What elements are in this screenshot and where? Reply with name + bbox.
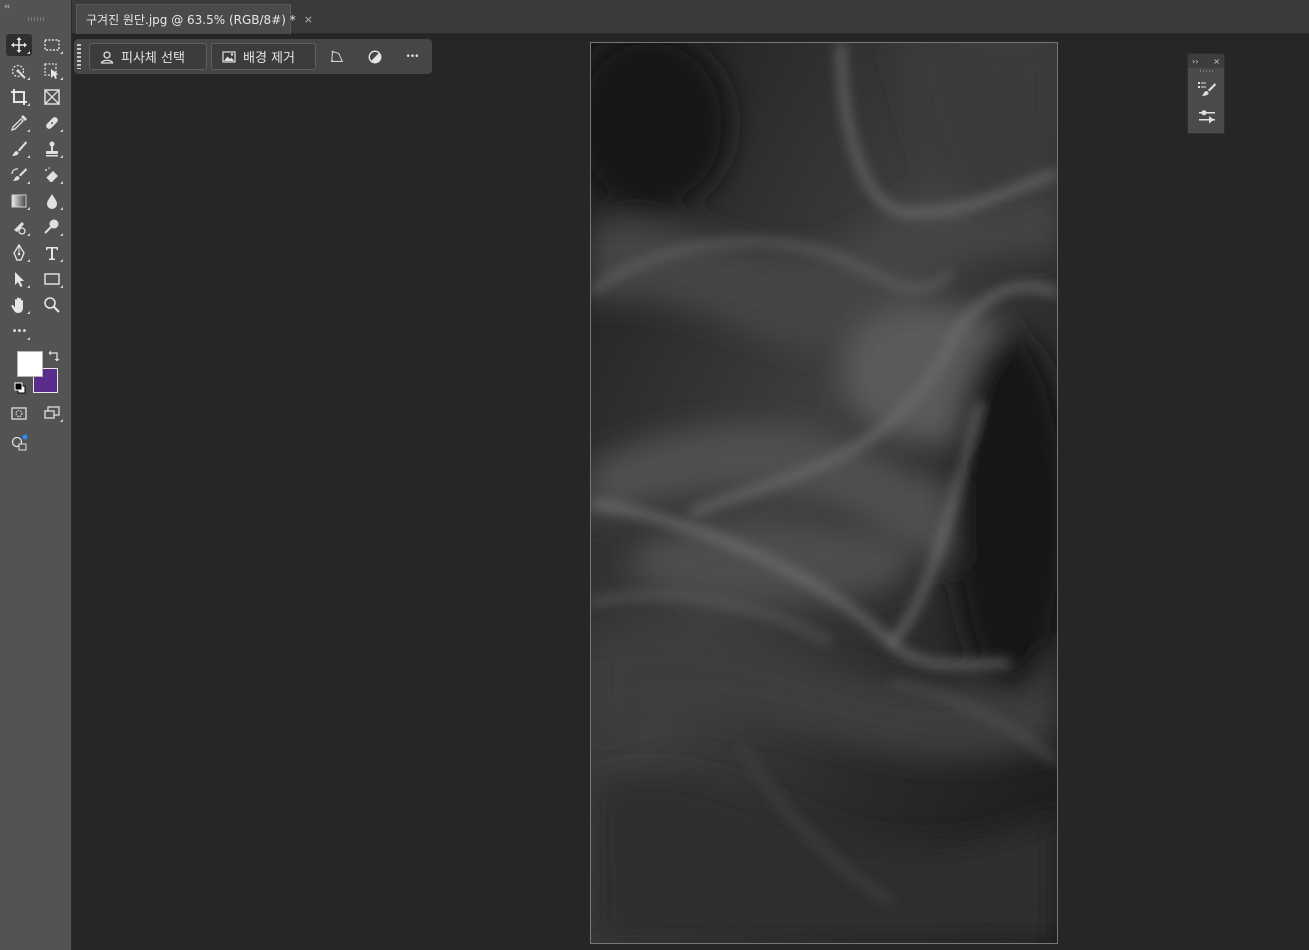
crop-icon <box>11 89 27 105</box>
swap-colors-icon[interactable] <box>48 349 61 362</box>
task-bar-drag-handle[interactable] <box>77 44 81 69</box>
marquee-tool-button[interactable] <box>39 34 65 56</box>
quick-mask-button[interactable] <box>6 402 32 424</box>
frame-icon <box>44 89 60 105</box>
eyedropper-icon <box>10 115 27 132</box>
smudge-tool-button[interactable] <box>6 216 32 238</box>
tools-panel: ‹‹ ••• <box>0 0 72 950</box>
document-tab-bar: 구겨진 원단.jpg @ 63.5% (RGB/8#) * × <box>72 0 1309 34</box>
brush-settings-panel-button[interactable] <box>1195 78 1219 100</box>
frame-tool-button[interactable] <box>39 86 65 108</box>
spot-healing-icon <box>46 117 58 129</box>
remove-background-button[interactable]: 배경 제거 <box>211 43 316 70</box>
move-tool-button[interactable] <box>6 34 32 56</box>
document-tab[interactable]: 구겨진 원단.jpg @ 63.5% (RGB/8#) * × <box>76 4 313 34</box>
gradient-icon <box>11 194 27 208</box>
transform-icon <box>331 50 344 62</box>
blur-icon <box>47 194 57 209</box>
default-colors-icon[interactable] <box>14 382 27 395</box>
eyedropper-tool-button[interactable] <box>6 112 32 134</box>
move-tool-icon <box>11 37 27 53</box>
crumpled-fabric-image <box>591 43 1057 943</box>
document-tab-title: 구겨진 원단.jpg @ 63.5% (RGB/8#) * <box>86 13 296 27</box>
adjustments-sliders-icon <box>1199 110 1215 124</box>
adjustments-panel-button[interactable] <box>1195 106 1219 128</box>
foreground-color-swatch[interactable] <box>17 351 43 377</box>
brush-tool-button[interactable] <box>6 138 32 160</box>
more-tools-icon: ••• <box>11 325 28 337</box>
collapsed-panel-dock: ›› × <box>1187 53 1225 134</box>
more-options-button[interactable]: ••• <box>403 48 421 66</box>
zoom-tool-button[interactable] <box>39 294 65 316</box>
close-panel-icon[interactable]: × <box>1213 57 1220 66</box>
rectangle-tool-button[interactable] <box>39 268 65 290</box>
quick-mask-icon <box>11 407 27 420</box>
panel-dock-header: ›› × <box>1188 54 1224 68</box>
brush-icon <box>12 141 27 156</box>
quick-selection-tool-button[interactable] <box>6 60 32 82</box>
half-circle-icon <box>368 50 382 64</box>
blur-tool-button[interactable] <box>39 190 65 212</box>
close-tab-icon[interactable]: × <box>304 13 313 26</box>
more-options-icon: ••• <box>405 52 420 62</box>
rectangular-marquee-icon <box>44 39 60 51</box>
transform-button[interactable] <box>328 48 346 66</box>
type-icon <box>46 247 58 260</box>
crop-tool-button[interactable] <box>6 86 32 108</box>
eraser-icon <box>45 167 58 183</box>
quick-selection-icon <box>11 64 26 79</box>
expand-panels-icon[interactable]: ›› <box>1192 57 1198 66</box>
remove-background-label: 배경 제거 <box>243 51 295 66</box>
dodge-tool-button[interactable] <box>39 216 65 238</box>
contextual-task-bar: 피사체 선택 배경 제거 ••• <box>74 39 432 74</box>
toolbar-grip[interactable] <box>28 17 44 21</box>
type-tool-button[interactable] <box>39 242 65 264</box>
eraser-tool-button[interactable] <box>39 164 65 186</box>
hand-tool-button[interactable] <box>6 294 32 316</box>
discover-button[interactable] <box>6 432 32 454</box>
clone-stamp-icon <box>46 141 58 157</box>
smudge-icon <box>14 222 26 235</box>
gradient-tool-button[interactable] <box>6 190 32 212</box>
panel-grip[interactable] <box>1200 70 1214 72</box>
document-canvas[interactable] <box>590 42 1058 944</box>
adjustment-button[interactable] <box>366 48 384 66</box>
dodge-burn-icon <box>44 219 59 234</box>
history-brush-icon <box>11 168 27 181</box>
clone-stamp-tool-button[interactable] <box>39 138 65 160</box>
object-selection-tool-button[interactable] <box>39 60 65 82</box>
spot-healing-tool-button[interactable] <box>39 112 65 134</box>
pen-tool-button[interactable] <box>6 242 32 264</box>
collapse-toolbar-button[interactable]: ‹‹ <box>4 3 10 12</box>
discover-icon <box>11 434 28 451</box>
screen-mode-button[interactable] <box>39 402 65 424</box>
screen-mode-icon <box>44 406 60 419</box>
zoom-icon <box>44 297 60 313</box>
history-brush-tool-button[interactable] <box>6 164 32 186</box>
hand-icon <box>11 297 23 313</box>
brush-settings-icon <box>1198 82 1216 96</box>
edit-toolbar-button[interactable]: ••• <box>6 320 32 342</box>
select-subject-label: 피사체 선택 <box>121 51 185 66</box>
remove-background-icon <box>222 50 236 63</box>
rectangle-shape-icon <box>44 273 60 285</box>
object-selection-icon <box>44 63 59 79</box>
select-subject-icon <box>100 50 114 64</box>
select-subject-button[interactable]: 피사체 선택 <box>89 43 207 70</box>
path-selection-icon <box>15 272 24 287</box>
path-selection-tool-button[interactable] <box>6 268 32 290</box>
pen-icon <box>13 244 25 261</box>
